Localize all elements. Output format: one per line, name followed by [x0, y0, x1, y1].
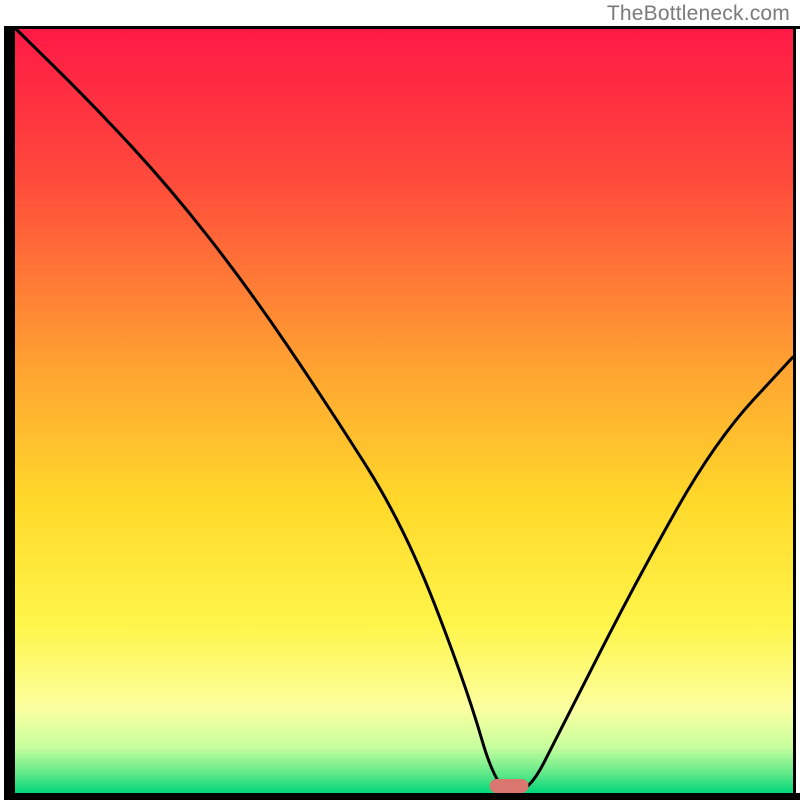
optimal-marker: [490, 779, 529, 793]
watermark-text: TheBottleneck.com: [607, 2, 790, 26]
bottleneck-chart: [0, 0, 800, 800]
chart-frame: [4, 26, 15, 800]
chart-frame: [4, 26, 800, 29]
gradient-background: [15, 28, 793, 793]
chart-frame: [4, 793, 800, 800]
chart-container: TheBottleneck.com: [0, 0, 800, 800]
chart-frame: [793, 26, 796, 800]
